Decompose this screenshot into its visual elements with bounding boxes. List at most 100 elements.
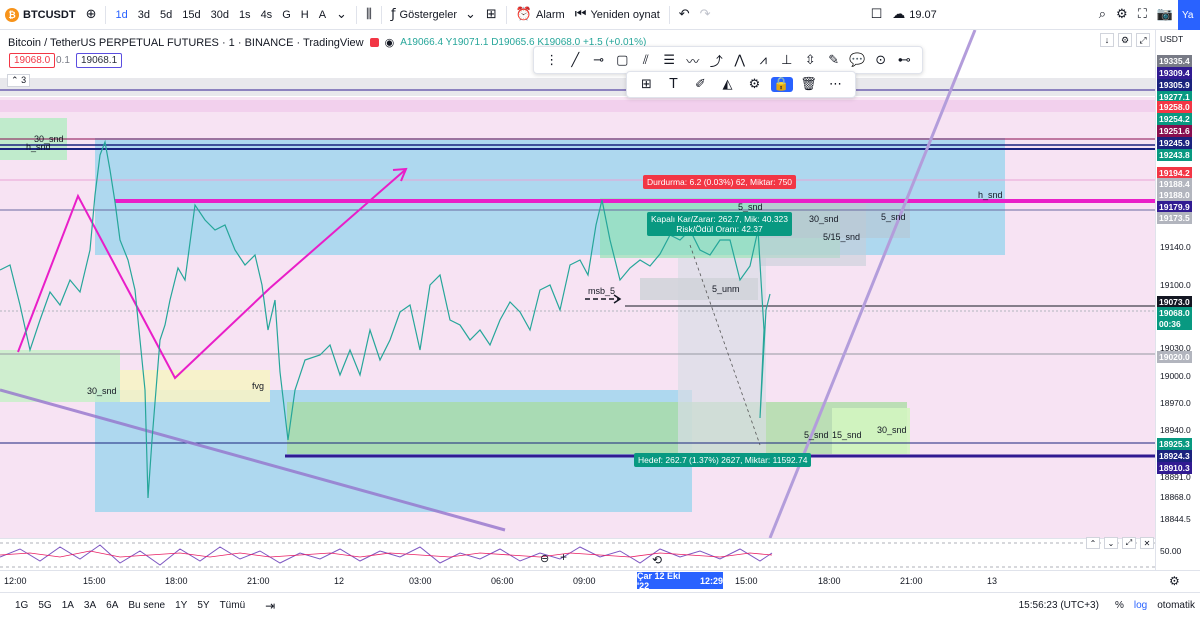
- label-fvg[interactable]: fvg: [252, 381, 264, 391]
- cloud-save-button[interactable]: ☁ 19.07: [887, 0, 942, 30]
- label-30-snd-mid[interactable]: 30_snd: [87, 386, 117, 396]
- sell-price-button[interactable]: 19068.0: [9, 53, 56, 68]
- timeframe-3d[interactable]: 3d: [133, 0, 155, 30]
- chart-type-button[interactable]: ⫼: [361, 0, 377, 30]
- gear-icon[interactable]: ⚙: [1118, 33, 1132, 47]
- line-color-icon[interactable]: ✐: [690, 77, 712, 92]
- templates-icon[interactable]: ⊞: [636, 77, 658, 92]
- arrow-down-icon[interactable]: ⌄: [1104, 537, 1118, 549]
- timeframe-15d[interactable]: 15d: [177, 0, 205, 30]
- range-1y[interactable]: 1Y: [170, 600, 192, 611]
- text-color-icon[interactable]: T: [663, 77, 685, 92]
- label-15-snd-bottom[interactable]: 15_snd: [832, 430, 862, 440]
- camera-icon: 📷: [1156, 7, 1173, 22]
- timeframe-h[interactable]: H: [296, 0, 314, 30]
- indicators-button[interactable]: ƒ Göstergeler ⌄: [386, 0, 481, 30]
- undo-button[interactable]: ↶: [674, 0, 695, 30]
- timeframe-1s[interactable]: 1s: [234, 0, 256, 30]
- redo-button[interactable]: ↷: [695, 0, 716, 30]
- range-bu-sene[interactable]: Bu sene: [123, 600, 170, 611]
- log-toggle[interactable]: log: [1129, 600, 1152, 611]
- arrow-up-icon[interactable]: ⌃: [1086, 537, 1100, 549]
- timeframe-a[interactable]: A: [314, 0, 331, 30]
- abcd-pattern-icon[interactable]: ⋀: [729, 53, 751, 68]
- arrow-down-icon[interactable]: ↓: [1100, 33, 1114, 47]
- circle-tool-icon[interactable]: ⊙: [870, 53, 892, 68]
- timeframe-g[interactable]: G: [277, 0, 296, 30]
- rectangle-tool-icon[interactable]: ▢: [611, 53, 633, 68]
- close-icon[interactable]: ✕: [1140, 537, 1154, 549]
- trend-line-tool-icon[interactable]: ╱: [564, 53, 586, 68]
- publish-button[interactable]: Ya: [1178, 0, 1200, 30]
- range-1g[interactable]: 1G: [10, 600, 33, 611]
- fill-color-icon[interactable]: ◭: [717, 77, 739, 92]
- timeframe-30d[interactable]: 30d: [206, 0, 234, 30]
- range-5y[interactable]: 5Y: [192, 600, 214, 611]
- chart-canvas[interactable]: [0, 30, 1155, 538]
- fullscreen-button[interactable]: ⛶: [1133, 0, 1152, 30]
- label-msb[interactable]: msb_5: [588, 286, 615, 296]
- oscillator-pane[interactable]: [0, 538, 1155, 570]
- timeframe-4s[interactable]: 4s: [256, 0, 278, 30]
- more-icon[interactable]: ⋯: [825, 77, 847, 92]
- timeframe-5d[interactable]: 5d: [155, 0, 177, 30]
- curve-tool-icon[interactable]: ⤴: [705, 51, 727, 70]
- settings-button[interactable]: ⚙: [1111, 0, 1133, 30]
- alert-button[interactable]: ⏰ Alarm: [511, 0, 570, 30]
- search-button[interactable]: ⌕: [1094, 0, 1111, 30]
- label-30-snd-top[interactable]: 30_snd: [809, 214, 839, 224]
- xabcd-pattern-icon[interactable]: ⩘: [752, 53, 774, 68]
- maximize-icon[interactable]: ⤢: [1122, 537, 1136, 549]
- auto-toggle[interactable]: otomatik: [1152, 600, 1200, 611]
- scroll-right-button[interactable]: +: [560, 550, 567, 564]
- reset-chart-button[interactable]: ⟲: [652, 553, 662, 567]
- gear-icon[interactable]: ⚙: [744, 77, 766, 92]
- path-tool-icon[interactable]: 〰: [682, 51, 704, 70]
- buy-price-button[interactable]: 19068.1: [76, 53, 123, 68]
- timeframe-dropdown[interactable]: ⌄: [331, 0, 352, 30]
- timeframe-1d[interactable]: 1d: [110, 0, 132, 30]
- layout-checkbox[interactable]: ☐: [866, 0, 888, 30]
- range-3a[interactable]: 3A: [79, 600, 101, 611]
- label-h-snd-left[interactable]: h_snd: [26, 142, 51, 152]
- chart-pane[interactable]: [0, 30, 1155, 538]
- drag-handle-icon[interactable]: ⋮: [541, 53, 563, 68]
- time-axis-settings-button[interactable]: ⚙: [1169, 574, 1180, 588]
- replay-button[interactable]: ⏮ Yeniden oynat: [570, 0, 665, 30]
- label-5-snd-bottom[interactable]: 5_snd: [804, 430, 829, 440]
- go-to-date-icon[interactable]: ⇥: [260, 599, 280, 613]
- eye-icon[interactable]: ◉: [385, 36, 395, 49]
- range-6a[interactable]: 6A: [101, 600, 123, 611]
- range-all[interactable]: Tümü: [215, 600, 251, 611]
- range-1a[interactable]: 1A: [57, 600, 79, 611]
- snapshot-button[interactable]: 📷: [1152, 0, 1178, 30]
- label-5-snd-top[interactable]: 5_snd: [738, 202, 763, 212]
- compare-symbol-button[interactable]: ⊕: [81, 0, 102, 30]
- brush-tool-icon[interactable]: ✎: [823, 53, 845, 68]
- chevron-down-icon: ⌄: [465, 7, 476, 22]
- range-5g[interactable]: 5G: [33, 600, 56, 611]
- symbol-search[interactable]: ₿ BTCUSDT: [0, 0, 81, 30]
- collapse-indicators-button[interactable]: ⌃ 3: [7, 74, 31, 87]
- date-range-tool-icon[interactable]: ⊥: [776, 53, 798, 68]
- scroll-left-button[interactable]: ⊖: [540, 552, 549, 565]
- parallel-channel-tool-icon[interactable]: ⫽: [635, 53, 657, 68]
- percent-toggle[interactable]: %: [1110, 600, 1129, 611]
- lock-icon[interactable]: 🔒: [770, 77, 793, 92]
- trash-icon[interactable]: 🗑: [798, 77, 820, 92]
- fib-tool-icon[interactable]: ☰: [658, 53, 680, 68]
- separator: [505, 5, 507, 24]
- label-5-unm[interactable]: 5_unm: [712, 284, 740, 294]
- label-5-snd-right[interactable]: 5_snd: [881, 212, 906, 222]
- horizontal-ray-tool-icon[interactable]: ⊸: [588, 53, 610, 68]
- ray-tool-icon[interactable]: ⊷: [893, 53, 915, 68]
- clock[interactable]: 15:56:23 (UTC+3): [1014, 600, 1104, 611]
- callout-tool-icon[interactable]: 💬: [846, 53, 868, 68]
- currency-label[interactable]: USDT: [1160, 34, 1183, 44]
- label-h-snd-right[interactable]: h_snd: [978, 190, 1003, 200]
- layouts-button[interactable]: ⊞: [481, 0, 502, 30]
- price-range-tool-icon[interactable]: ⇳: [799, 53, 821, 68]
- maximize-icon[interactable]: ⤢: [1136, 33, 1150, 47]
- label-30-snd-bottom[interactable]: 30_snd: [877, 425, 907, 435]
- label-5-15-snd[interactable]: 5/15_snd: [823, 232, 860, 242]
